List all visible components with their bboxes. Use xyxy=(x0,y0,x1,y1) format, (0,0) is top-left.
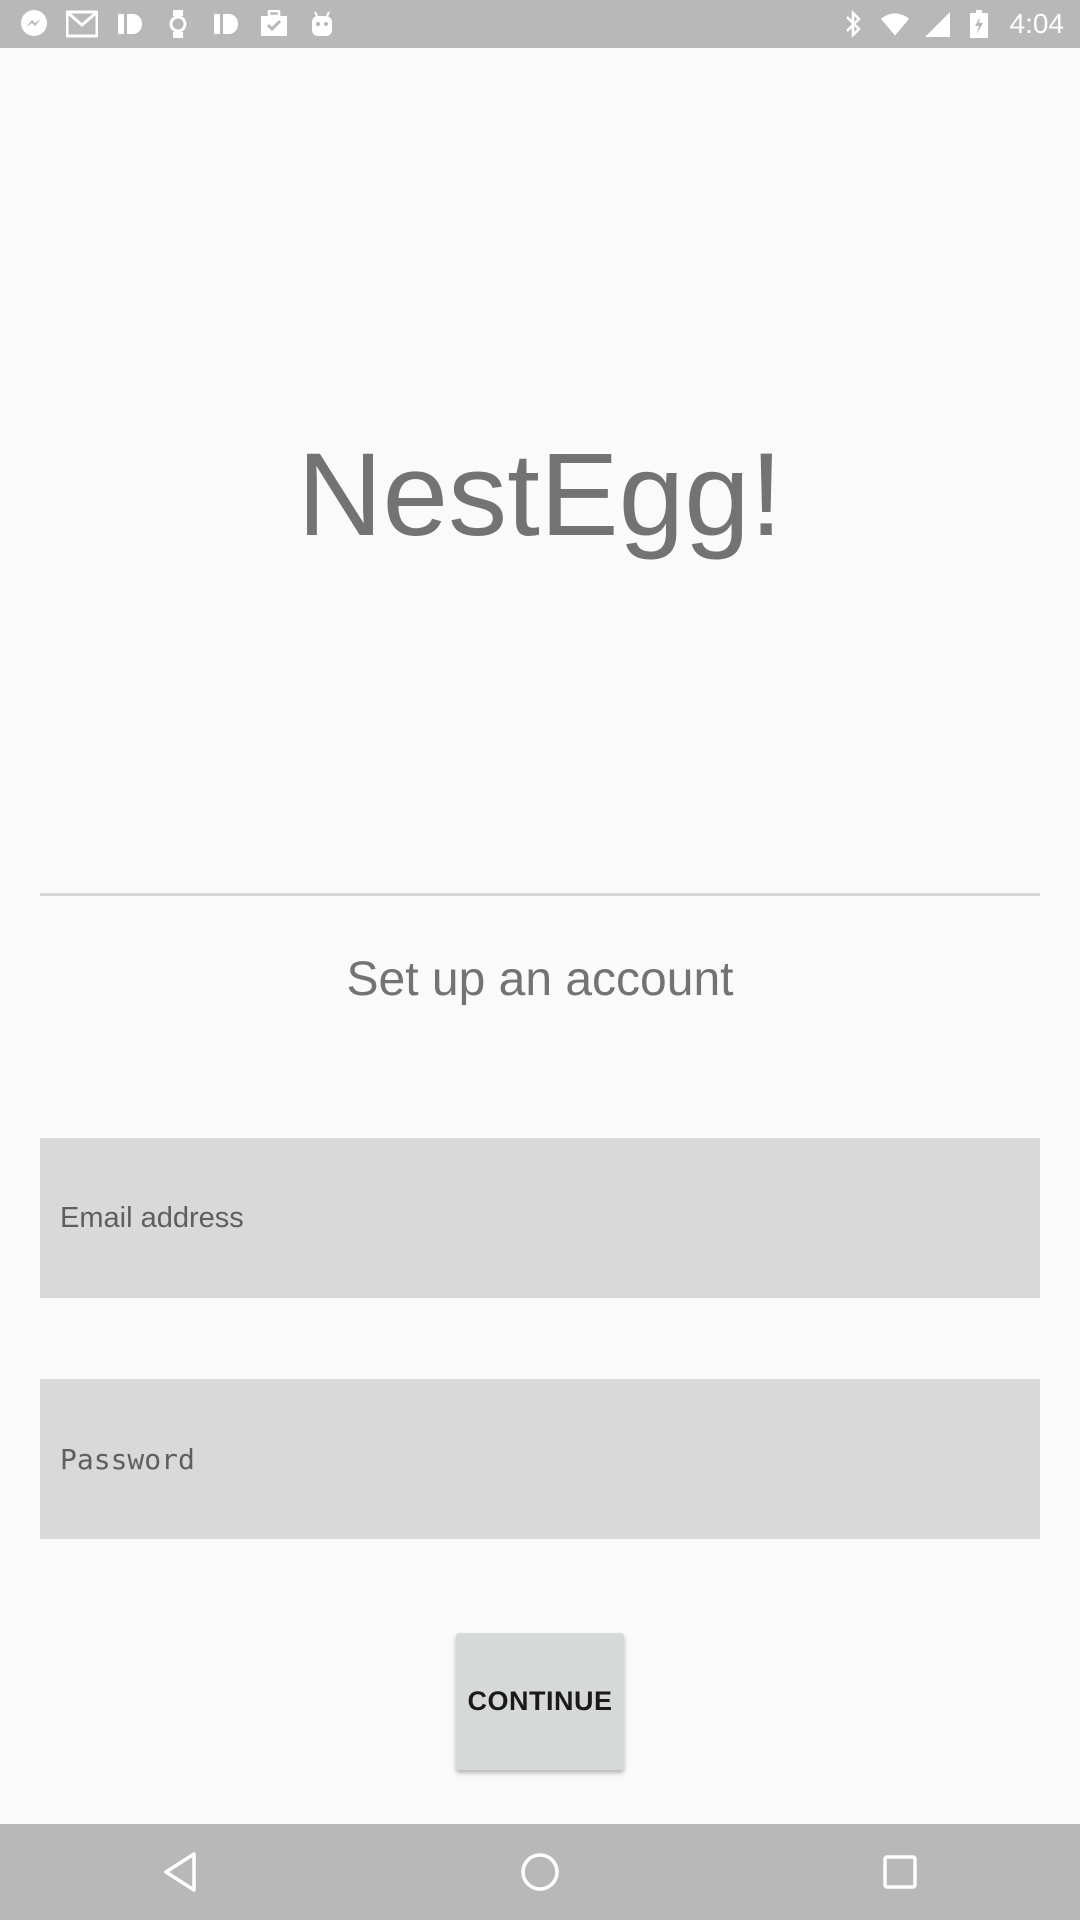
recents-icon[interactable] xyxy=(868,1842,932,1902)
id-app-icon xyxy=(114,8,146,40)
divider xyxy=(40,893,1040,896)
cell-signal-icon xyxy=(922,8,952,40)
wifi-icon xyxy=(880,8,910,40)
back-icon[interactable] xyxy=(148,1842,212,1902)
signup-screen: 4:04 NestEgg! Set up an account CONTINUE xyxy=(0,0,1080,1920)
status-clock: 4:04 xyxy=(1009,8,1065,39)
gmail-icon xyxy=(66,8,98,40)
email-field[interactable] xyxy=(40,1138,1040,1298)
bluetooth-icon xyxy=(838,8,868,40)
messenger-icon xyxy=(18,8,50,40)
email-input[interactable] xyxy=(40,1138,1040,1298)
id-app-icon xyxy=(210,8,242,40)
status-bar: 4:04 xyxy=(0,0,1080,48)
battery-charging-icon xyxy=(964,8,994,40)
app-title: NestEgg! xyxy=(297,429,783,561)
watch-icon xyxy=(162,8,194,40)
system-icons: 4:04 xyxy=(838,6,1065,42)
password-input[interactable] xyxy=(40,1379,1040,1539)
navigation-bar xyxy=(0,1824,1080,1920)
password-field[interactable] xyxy=(40,1379,1040,1539)
android-icon xyxy=(306,8,338,40)
briefcase-check-icon xyxy=(258,8,290,40)
home-icon[interactable] xyxy=(508,1842,572,1902)
notification-icons xyxy=(18,6,338,42)
continue-button[interactable]: CONTINUE xyxy=(456,1633,624,1770)
form-heading: Set up an account xyxy=(346,953,734,1006)
